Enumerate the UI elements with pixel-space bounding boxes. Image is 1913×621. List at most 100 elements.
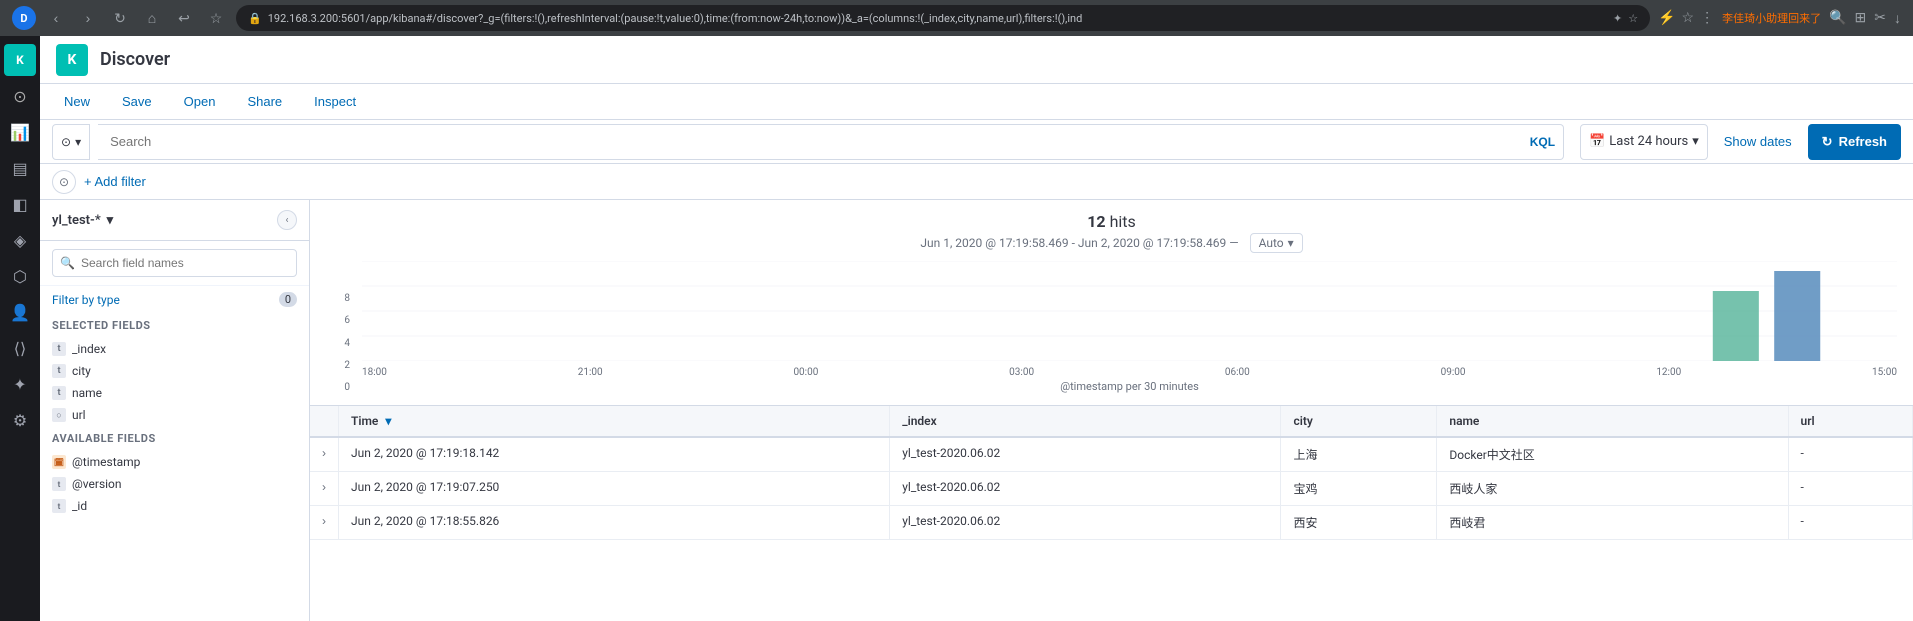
table-row: › Jun 2, 2020 @ 17:19:07.250 yl_test-202…: [310, 472, 1913, 506]
time-cell: Jun 2, 2020 @ 17:19:07.250: [339, 472, 890, 506]
expand-cell[interactable]: ›: [310, 506, 339, 540]
user-text: 李佳琦小助理回来了: [1722, 10, 1821, 26]
browser-avatar: D: [12, 6, 36, 30]
selected-field-item[interactable]: t name: [40, 382, 309, 404]
sidebar-search: 🔍: [40, 241, 309, 286]
calendar-icon: 📅: [1589, 134, 1605, 149]
index-pattern-selector[interactable]: yl_test-* ▾: [52, 213, 113, 228]
available-fields-list: 🗓 @timestamp t @version t _id: [40, 451, 309, 517]
address-bar[interactable]: 🔒 192.168.3.200:5601/app/kibana#/discove…: [236, 5, 1650, 31]
chart-svg: [362, 261, 1897, 361]
results-table: Time ▾ _index city name url › Jun 2, 20: [310, 406, 1913, 540]
search-type-selector[interactable]: ⊙ ▾: [52, 124, 90, 160]
refresh-button[interactable]: ↻ Refresh: [1808, 124, 1901, 160]
main-layout: yl_test-* ▾ ‹ 🔍 Filter by type 0 Selecte…: [40, 200, 1913, 621]
expand-button[interactable]: ›: [322, 446, 326, 460]
available-field-item[interactable]: t _id: [40, 495, 309, 517]
new-button[interactable]: New: [56, 90, 98, 113]
star-button[interactable]: ☆: [204, 6, 228, 30]
nav-maps-icon[interactable]: ◈: [4, 224, 36, 256]
name-cell: Docker中文社区: [1437, 437, 1788, 472]
name-col-header[interactable]: name: [1437, 406, 1788, 437]
table-row: › Jun 2, 2020 @ 17:18:55.826 yl_test-202…: [310, 506, 1913, 540]
search-type-icon: ⊙: [61, 135, 71, 149]
forward-button[interactable]: ›: [76, 6, 100, 30]
back-button[interactable]: ‹: [44, 6, 68, 30]
inspect-button[interactable]: Inspect: [306, 90, 364, 113]
top-toolbar: New Save Open Share Inspect: [40, 84, 1913, 120]
field-name: city: [72, 364, 91, 378]
expand-cell[interactable]: ›: [310, 472, 339, 506]
nav-visualize-icon[interactable]: 📊: [4, 116, 36, 148]
expand-button[interactable]: ›: [322, 514, 326, 528]
nav-dev-tools-icon[interactable]: ⚙: [4, 404, 36, 436]
open-button[interactable]: Open: [176, 90, 224, 113]
field-name: name: [72, 386, 102, 400]
nav-discover-icon[interactable]: ⊙: [4, 80, 36, 112]
nav-dashboard-icon[interactable]: ▤: [4, 152, 36, 184]
kibana-logo-icon[interactable]: K: [4, 44, 36, 76]
left-nav: K ⊙ 📊 ▤ ◧ ◈ ⬡ 👤 ⟨⟩ ✦ ⚙: [0, 36, 40, 621]
nav-siem-icon[interactable]: ✦: [4, 368, 36, 400]
filter-row: ⊙ + Add filter: [40, 164, 1913, 200]
sidebar-header: yl_test-* ▾ ‹: [40, 200, 309, 241]
available-fields-label: Available fields: [40, 426, 309, 451]
expand-button[interactable]: ›: [322, 480, 326, 494]
expand-cell[interactable]: ›: [310, 437, 339, 472]
app-chrome: K Discover: [40, 36, 1913, 84]
index-cell: yl_test-2020.06.02: [890, 437, 1281, 472]
field-name: @version: [72, 477, 122, 491]
field-type-badge: ○: [52, 408, 66, 422]
search-bar-row: ⊙ ▾ KQL 📅 Last 24 hours ▾ Show dates ↻ R…: [40, 120, 1913, 164]
field-type-badge: t: [52, 499, 66, 513]
field-name: @timestamp: [72, 455, 140, 469]
collapse-sidebar-button[interactable]: ‹: [277, 210, 297, 230]
available-field-item[interactable]: 🗓 @timestamp: [40, 451, 309, 473]
results-table-wrapper[interactable]: Time ▾ _index city name url › Jun 2, 20: [310, 406, 1913, 621]
save-button[interactable]: Save: [114, 90, 160, 113]
available-field-item[interactable]: t @version: [40, 473, 309, 495]
selected-field-item[interactable]: t _index: [40, 338, 309, 360]
field-name: _id: [72, 499, 87, 513]
kql-toggle[interactable]: KQL: [1522, 135, 1563, 149]
auto-selector-inline[interactable]: Auto ▾: [1250, 233, 1303, 253]
time-col-header[interactable]: Time ▾: [339, 406, 890, 437]
field-search-input[interactable]: [52, 249, 297, 277]
selected-field-item[interactable]: t city: [40, 360, 309, 382]
nav-ml-icon[interactable]: ⬡: [4, 260, 36, 292]
search-input[interactable]: [98, 134, 1522, 149]
selected-field-item[interactable]: ○ url: [40, 404, 309, 426]
share-button[interactable]: Share: [239, 90, 290, 113]
kibana-icon: K: [56, 44, 88, 76]
nav-canvas-icon[interactable]: ◧: [4, 188, 36, 220]
expand-col-header: [310, 406, 339, 437]
name-cell: 西岐君: [1437, 506, 1788, 540]
url-text: 192.168.3.200:5601/app/kibana#/discover?…: [268, 12, 1607, 25]
search-browser-icon: 🔍: [1829, 10, 1846, 26]
search-input-wrapper: KQL: [98, 124, 1564, 160]
app-title: Discover: [100, 49, 170, 70]
city-cell: 宝鸡: [1281, 472, 1437, 506]
refresh-icon: ↻: [1822, 134, 1833, 150]
_index-col-header[interactable]: _index: [890, 406, 1281, 437]
nav-apm-icon[interactable]: ⟨⟩: [4, 332, 36, 364]
bookmark-back-button[interactable]: ↩: [172, 6, 196, 30]
url-col-header[interactable]: url: [1788, 406, 1913, 437]
field-name: url: [72, 408, 86, 422]
city-col-header[interactable]: city: [1281, 406, 1437, 437]
city-cell: 上海: [1281, 437, 1437, 472]
time-selector[interactable]: 📅 Last 24 hours ▾: [1580, 124, 1708, 160]
filter-by-type-label: Filter by type: [52, 293, 120, 307]
nav-infra-icon[interactable]: 👤: [4, 296, 36, 328]
show-dates-button[interactable]: Show dates: [1716, 134, 1800, 149]
content-area: 12 hits Jun 1, 2020 @ 17:19:58.469 - Jun…: [310, 200, 1913, 621]
table-row: › Jun 2, 2020 @ 17:19:18.142 yl_test-202…: [310, 437, 1913, 472]
download-icon: ↓: [1894, 10, 1901, 27]
add-filter-button[interactable]: + Add filter: [84, 174, 146, 189]
url-cell: -: [1788, 506, 1913, 540]
filter-by-type-row[interactable]: Filter by type 0: [40, 286, 309, 313]
home-button[interactable]: ⌂: [140, 6, 164, 30]
refresh-label: Refresh: [1839, 134, 1887, 149]
reload-button[interactable]: ↻: [108, 6, 132, 30]
filter-options-button[interactable]: ⊙: [52, 170, 76, 194]
